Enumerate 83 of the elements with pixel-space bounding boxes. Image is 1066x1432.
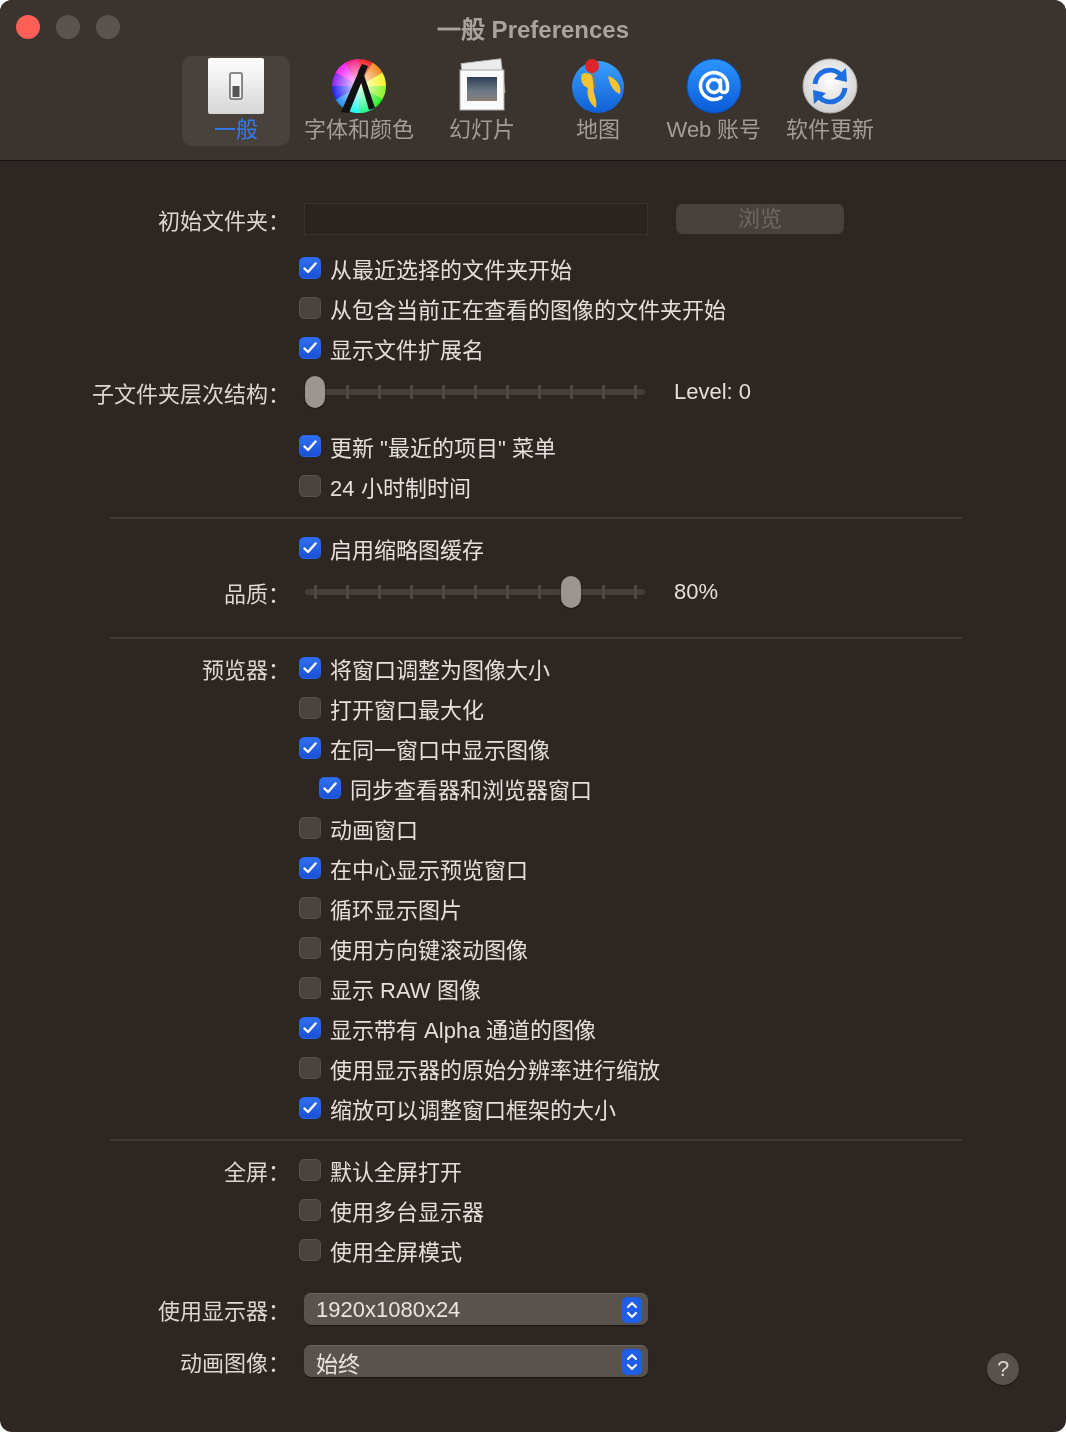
toolbar-tab[interactable]: 地图 — [544, 56, 652, 146]
popup-button[interactable]: 1920x1080x24 — [304, 1293, 648, 1325]
slider-value: 80% — [674, 579, 719, 605]
checkbox[interactable] — [299, 1097, 321, 1119]
help-button[interactable]: ? — [987, 1353, 1019, 1385]
checkbox-label: 更新 "最近的项目" 菜单 — [330, 435, 556, 462]
close-button[interactable] — [16, 15, 40, 39]
slider-thumb[interactable] — [561, 576, 581, 608]
checkbox-label: 打开窗口最大化 — [330, 697, 484, 724]
checkbox-label: 显示 RAW 图像 — [330, 977, 481, 1004]
stepper-icon — [622, 1296, 642, 1323]
checkbox-label: 将窗口调整为图像大小 — [330, 657, 550, 684]
checkbox[interactable] — [299, 1017, 321, 1039]
checkbox-label: 显示文件扩展名 — [330, 337, 484, 364]
checkbox[interactable] — [299, 537, 321, 559]
field-label: 初始文件夹： — [158, 208, 290, 235]
checkbox-label: 在中心显示预览窗口 — [330, 857, 528, 884]
checkbox[interactable] — [299, 257, 321, 279]
checkbox-label: 循环显示图片 — [330, 897, 462, 924]
checkbox-label: 使用方向键滚动图像 — [330, 937, 528, 964]
checkbox-label: 动画窗口 — [330, 817, 418, 844]
checkbox-label: 默认全屏打开 — [330, 1159, 462, 1186]
checkbox[interactable] — [299, 297, 321, 319]
toolbar-tab[interactable]: Web 账号 — [660, 56, 768, 146]
toolbar-tab[interactable]: 字体和颜色 — [298, 56, 420, 146]
stepper-icon — [622, 1348, 642, 1375]
checkbox[interactable] — [299, 1159, 321, 1181]
checkbox[interactable] — [299, 475, 321, 497]
checkbox[interactable] — [299, 1057, 321, 1079]
checkbox[interactable] — [319, 777, 341, 799]
checkbox-label: 从最近选择的文件夹开始 — [330, 257, 572, 284]
checkbox-label: 缩放可以调整窗口框架的大小 — [330, 1097, 616, 1124]
checkbox[interactable] — [299, 937, 321, 959]
checkbox-label: 启用缩略图缓存 — [330, 537, 484, 564]
globe-pin-icon — [570, 58, 626, 114]
toolbar-tab[interactable]: 幻灯片 — [428, 56, 536, 146]
checkbox[interactable] — [299, 897, 321, 919]
checkmark-icon — [303, 862, 317, 874]
switch-icon — [208, 58, 264, 114]
field-label: 子文件夹层次结构： — [92, 381, 290, 408]
slider-track[interactable] — [305, 376, 645, 408]
checkbox[interactable] — [299, 737, 321, 759]
checkmark-icon — [303, 662, 317, 674]
checkbox[interactable] — [299, 977, 321, 999]
toolbar-tab[interactable]: 一般 — [182, 56, 290, 146]
slider-track[interactable] — [305, 576, 645, 608]
checkbox-label: 使用多台显示器 — [330, 1199, 484, 1226]
checkbox[interactable] — [299, 657, 321, 679]
field-label: 动画图像： — [180, 1350, 290, 1377]
at-sign-icon — [686, 58, 742, 114]
checkmark-icon — [323, 782, 337, 794]
sync-icon — [802, 58, 858, 114]
checkmark-icon — [303, 1022, 317, 1034]
field-label: 品质： — [224, 581, 290, 608]
checkbox[interactable] — [299, 337, 321, 359]
checkbox[interactable] — [299, 435, 321, 457]
checkmark-icon — [303, 342, 317, 354]
checkbox-label: 24 小时制时间 — [330, 475, 471, 502]
checkbox-label: 显示带有 Alpha 通道的图像 — [330, 1017, 597, 1044]
checkbox[interactable] — [299, 697, 321, 719]
window-title: 一般 Preferences — [436, 14, 630, 45]
checkbox-label: 使用显示器的原始分辨率进行缩放 — [330, 1057, 660, 1084]
checkbox-label: 在同一窗口中显示图像 — [330, 737, 550, 764]
checkbox[interactable] — [299, 857, 321, 879]
slider-value: Level: 0 — [674, 379, 752, 405]
slider-thumb[interactable] — [305, 376, 325, 408]
field-label: 全屏： — [224, 1159, 290, 1186]
field-label: 预览器： — [202, 657, 290, 684]
checkbox[interactable] — [299, 1239, 321, 1261]
popup-button[interactable]: 始终 — [304, 1345, 648, 1377]
checkmark-icon — [303, 262, 317, 274]
checkmark-icon — [303, 440, 317, 452]
checkmark-icon — [303, 542, 317, 554]
checkbox-label: 同步查看器和浏览器窗口 — [350, 777, 592, 804]
checkmark-icon — [303, 742, 317, 754]
color-wheel-icon — [331, 58, 387, 114]
checkmark-icon — [303, 1102, 317, 1114]
toolbar-tab[interactable]: 软件更新 — [776, 56, 884, 146]
checkbox[interactable] — [299, 1199, 321, 1221]
checkbox-label: 从包含当前正在查看的图像的文件夹开始 — [330, 297, 726, 324]
checkbox[interactable] — [299, 817, 321, 839]
field-label: 使用显示器： — [158, 1298, 290, 1325]
checkbox-label: 使用全屏模式 — [330, 1239, 462, 1266]
